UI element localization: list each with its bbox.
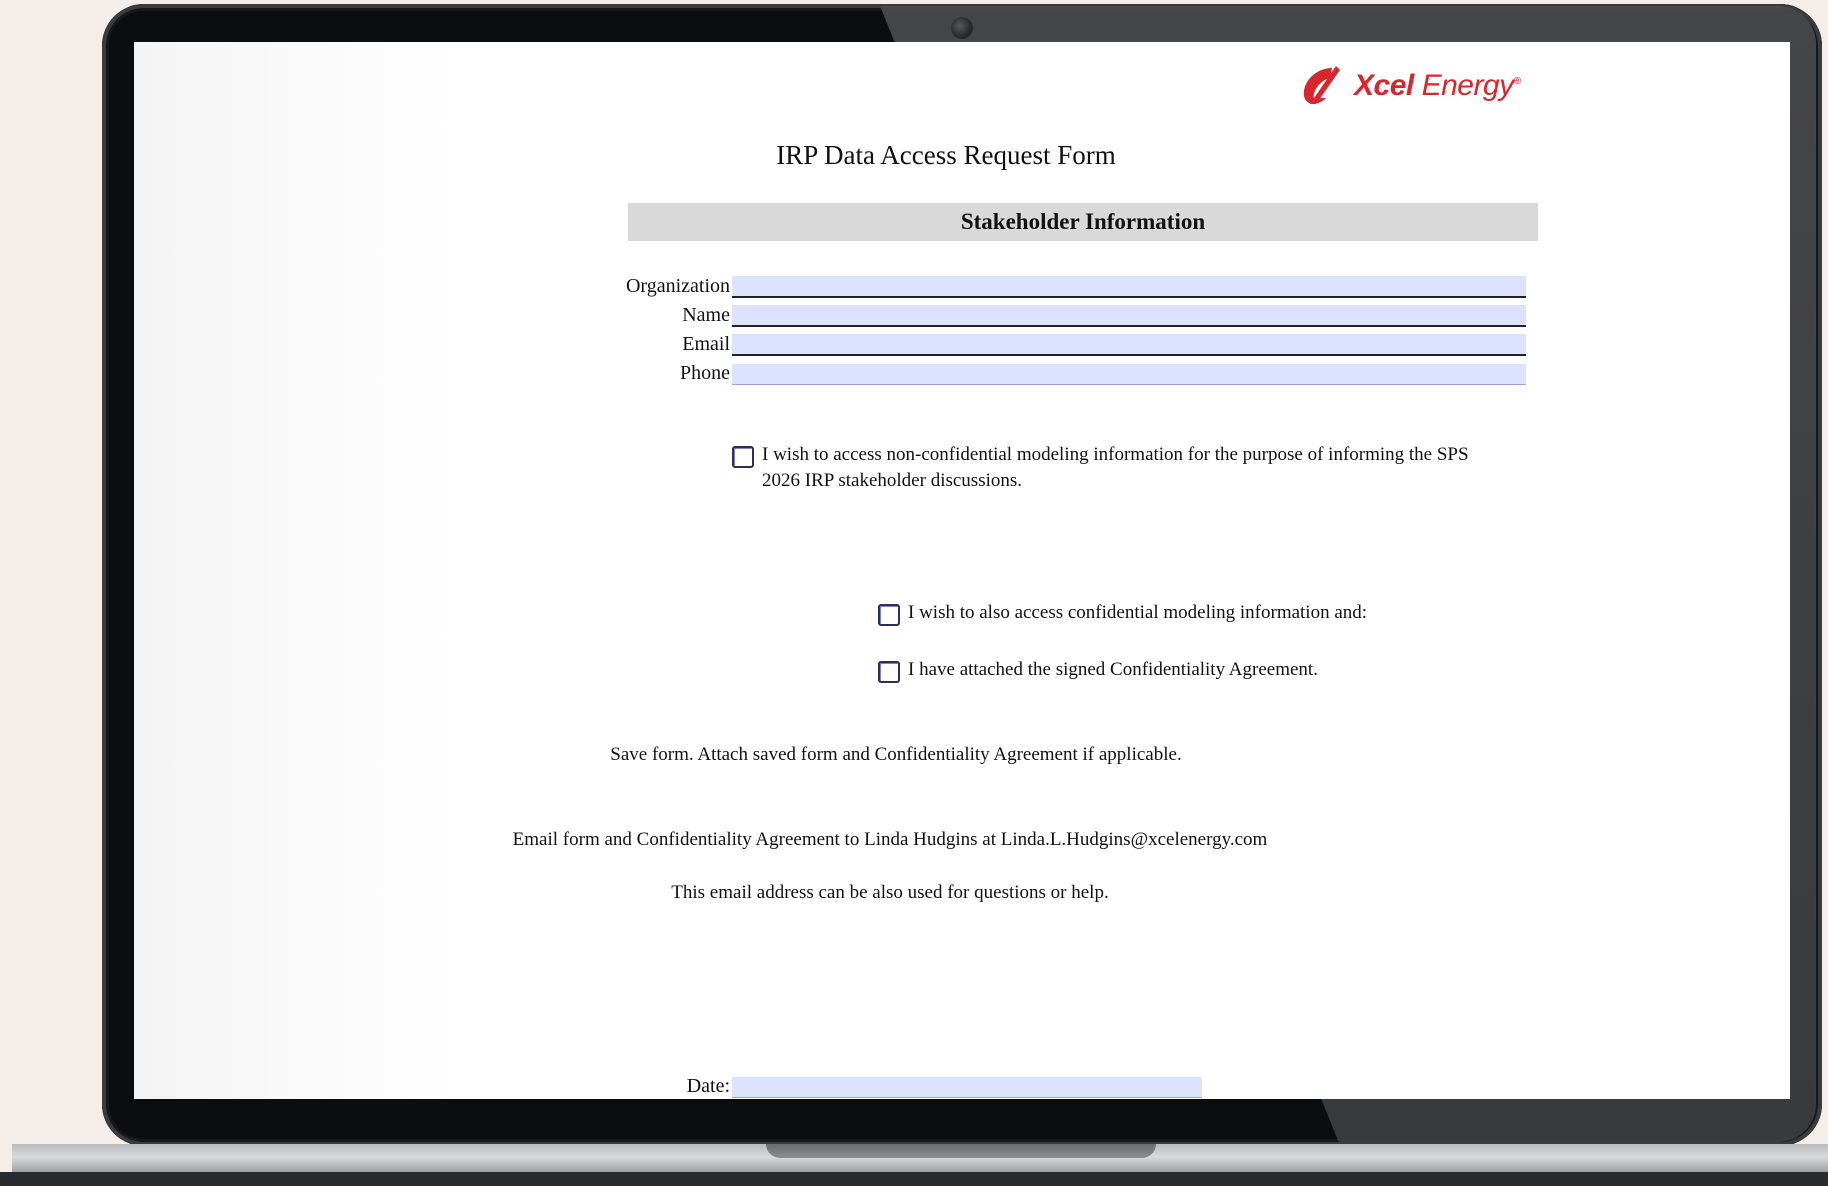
agreement-attached-checkbox[interactable] [878, 661, 900, 683]
confidential-access-label: I wish to also access confidential model… [908, 602, 1368, 623]
agreement-attached-label: I have attached the signed Confidentiali… [908, 659, 1318, 680]
xcel-energy-logo: Xcel Energy® [1294, 60, 1521, 112]
help-note: This email address can be also used for … [671, 882, 1109, 903]
organization-label: Organization [625, 275, 730, 297]
checkbox-row-confidential: I wish to also access confidential model… [878, 600, 1367, 626]
pdf-form-document: Xcel Energy® IRP Data Access Request For… [454, 42, 1574, 1099]
field-row-organization: Organization [454, 272, 1526, 298]
laptop-base-edge [0, 1172, 1828, 1186]
checkbox-row-nonconfidential: I wish to access non-confidential modeli… [732, 442, 1552, 494]
form-title: IRP Data Access Request Form [776, 140, 1116, 170]
laptop-screen: Xcel Energy® IRP Data Access Request For… [134, 42, 1790, 1099]
email-field[interactable] [732, 334, 1526, 356]
logo-trademark: ® [1513, 76, 1521, 87]
xcel-energy-logo-icon [1303, 66, 1340, 104]
logo-brand-bold: Xcel [1354, 69, 1414, 102]
email-label: Email [682, 333, 730, 355]
date-label: Date: [686, 1075, 730, 1097]
field-row-email: Email [454, 330, 1526, 356]
email-instructions: Email form and Confidentiality Agreement… [512, 829, 1268, 850]
name-field[interactable] [732, 305, 1526, 327]
webcam-icon [951, 17, 973, 39]
laptop-hinge-notch [766, 1144, 1156, 1158]
phone-field[interactable] [732, 364, 1526, 385]
screen-margin [134, 42, 454, 1099]
xcel-energy-logo-text: Xcel Energy® [1354, 69, 1521, 103]
field-row-date: Date: [454, 1072, 1202, 1098]
organization-field[interactable] [732, 276, 1526, 298]
date-field[interactable] [732, 1077, 1202, 1098]
save-instructions: Save form. Attach saved form and Confide… [610, 744, 1182, 765]
section-header-stakeholder: Stakeholder Information [628, 203, 1538, 241]
logo-brand-light: Energy [1421, 69, 1515, 102]
nonconfidential-access-label-line2: 2026 IRP stakeholder discussions. [762, 470, 1023, 491]
confidential-access-checkbox[interactable] [878, 604, 900, 626]
checkbox-row-agreement: I have attached the signed Confidentiali… [878, 657, 1318, 683]
nonconfidential-access-label-line1: I wish to access non-confidential modeli… [762, 444, 1469, 465]
field-row-name: Name [454, 301, 1526, 327]
phone-label: Phone [680, 362, 730, 384]
name-label: Name [682, 304, 730, 326]
field-row-phone: Phone [454, 359, 1526, 385]
nonconfidential-access-checkbox[interactable] [732, 446, 754, 468]
nonconfidential-access-label: I wish to access non-confidential modeli… [762, 442, 1469, 494]
